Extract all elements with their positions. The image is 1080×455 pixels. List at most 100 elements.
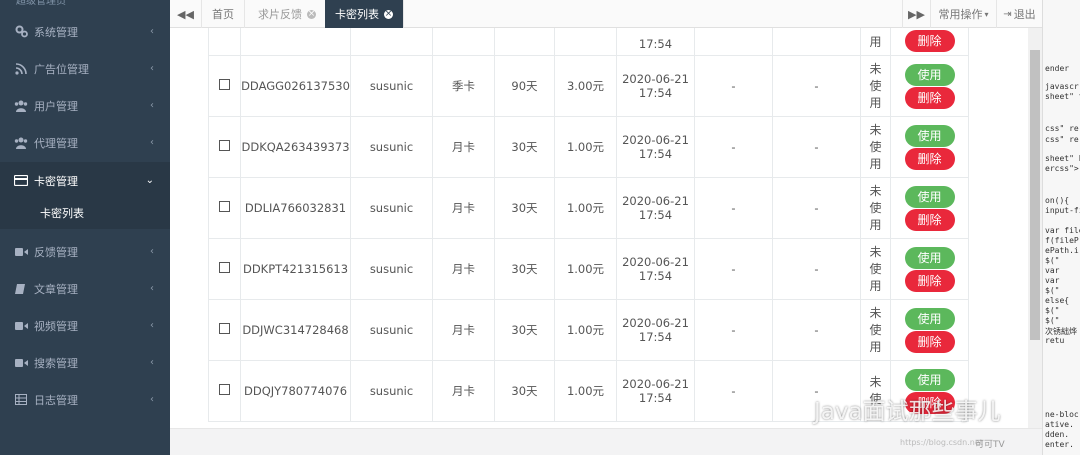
code-line: else{	[1045, 296, 1070, 305]
status-char: 用	[869, 156, 882, 171]
users-icon	[14, 99, 28, 113]
code-line: input-fi	[1045, 206, 1080, 215]
credit-card-icon	[14, 174, 28, 188]
delete-button[interactable]: 删除	[904, 86, 955, 109]
card-days: 30天	[494, 360, 555, 422]
row-checkbox[interactable]	[219, 140, 230, 151]
sidebar-item-articles[interactable]: 文章管理 ‹	[0, 270, 170, 307]
gears-icon	[14, 25, 28, 39]
status-char: 未	[869, 122, 882, 137]
row-checkbox-cell	[208, 28, 241, 56]
close-icon[interactable]: ×	[307, 9, 316, 19]
sidebar-item-logs[interactable]: 日志管理 ‹	[0, 381, 170, 418]
delete-button[interactable]: 删除	[904, 330, 955, 353]
sidebar-item-label: 广告位管理	[34, 62, 89, 76]
sidebar-item-videos[interactable]: 视频管理 ‹	[0, 307, 170, 344]
card-code: DDLIA766032831	[240, 177, 351, 239]
row-checkbox[interactable]	[219, 384, 230, 395]
actions-cell: 使用 删除	[890, 238, 969, 300]
row-checkbox[interactable]	[219, 262, 230, 273]
code-line: enter.	[1045, 440, 1074, 449]
sidebar-item-ads[interactable]: 广告位管理 ‹	[0, 50, 170, 87]
chevron-down-icon: ⌄	[145, 175, 154, 186]
card-user: susunic	[350, 177, 433, 239]
tab-label: 求片反馈	[258, 8, 302, 21]
card-days: 90天	[494, 55, 555, 117]
tabs-scroll-right-button[interactable]: ▶▶	[902, 0, 930, 28]
use-button[interactable]: 使用	[904, 368, 955, 391]
scrollbar-thumb[interactable]	[1030, 50, 1040, 340]
status-char: 未	[869, 244, 882, 259]
double-left-arrow-icon: ◀◀	[177, 7, 194, 21]
tabs-scroll-left-button[interactable]: ◀◀	[170, 0, 202, 28]
video-icon	[14, 356, 28, 370]
status-char: 用	[869, 339, 882, 354]
sidebar-item-users[interactable]: 用户管理 ‹	[0, 87, 170, 124]
tab-home[interactable]: 首页	[202, 0, 245, 28]
card-date: 2020-06-21	[622, 133, 689, 147]
card-type: 月卡	[432, 299, 495, 361]
card-price: 1.00元	[554, 299, 617, 361]
use-button[interactable]: 使用	[904, 185, 955, 208]
row-checkbox[interactable]	[219, 201, 230, 212]
chevron-left-icon: ‹	[150, 283, 154, 294]
code-line: css" re	[1045, 135, 1079, 144]
card-time: 17:54	[638, 391, 673, 405]
sidebar-subitem-card-list[interactable]: 卡密列表	[0, 199, 170, 229]
tab-card-list[interactable]: 卡密列表 ×	[325, 0, 404, 28]
card-code: DDKQA263439373	[240, 116, 351, 178]
logout-button[interactable]: ⇥ 退出	[996, 0, 1042, 28]
use-button[interactable]: 使用	[904, 63, 955, 86]
logout-label: 退出	[1013, 8, 1036, 21]
code-line: dden.	[1045, 430, 1070, 439]
table-row: 17:54 用 删除	[208, 28, 969, 56]
status-char: 使	[869, 78, 882, 93]
status-cell: 未使用	[860, 238, 891, 300]
empty-cell: -	[772, 299, 861, 361]
vertical-scrollbar[interactable]	[1028, 28, 1042, 428]
background-code-panel: ender javascr sheet" t css" re css" re sheet"…	[1042, 0, 1080, 455]
row-checkbox[interactable]	[219, 323, 230, 334]
code-line: ne-bloc	[1045, 410, 1079, 419]
watermark: Java面试那些事儿	[780, 392, 1001, 426]
tab-feedback[interactable]: 求片反馈 ×	[248, 0, 327, 28]
sidebar-item-label: 代理管理	[34, 136, 78, 150]
row-checkbox-cell	[208, 360, 241, 422]
row-checkbox[interactable]	[219, 79, 230, 90]
status-char: 用	[869, 95, 882, 110]
delete-button[interactable]: 删除	[904, 269, 955, 292]
use-button[interactable]: 使用	[904, 246, 955, 269]
close-icon[interactable]: ×	[384, 9, 393, 19]
table-row: DDAGG026137530 susunic 季卡 90天 3.00元 2020-06-2…	[208, 55, 969, 117]
status-char: 使	[869, 261, 882, 276]
use-button[interactable]: 使用	[904, 307, 955, 330]
code-line: $("	[1045, 306, 1060, 315]
sidebar-item-system[interactable]: 系统管理 ‹	[0, 13, 170, 50]
sidebar-item-feedback[interactable]: 反馈管理 ‹	[0, 233, 170, 270]
delete-button[interactable]: 删除	[904, 208, 955, 231]
sidebar-item-label: 文章管理	[34, 282, 78, 296]
card-date: 2020-06-21	[622, 316, 689, 330]
card-price: 1.00元	[554, 116, 617, 178]
status-char: 未	[869, 305, 882, 320]
sidebar-item-cards[interactable]: 卡密管理 ⌄	[0, 162, 170, 199]
sidebar-item-label: 日志管理	[34, 393, 78, 407]
sidebar-item-search[interactable]: 搜索管理 ‹	[0, 344, 170, 381]
code-line: $("	[1045, 316, 1060, 325]
status-cell: 未使用	[860, 299, 891, 361]
card-date: 2020-06-21	[622, 194, 689, 208]
common-ops-dropdown[interactable]: 常用操作 ▾	[930, 0, 996, 28]
sidebar-item-label: 系统管理	[34, 25, 78, 39]
double-right-arrow-icon: ▶▶	[908, 7, 925, 21]
tab-label: 卡密列表	[335, 8, 379, 21]
date-cell: 2020-06-21 17:54	[616, 116, 695, 178]
delete-button[interactable]: 删除	[904, 30, 955, 52]
table-row: DDLIA766032831 susunic 月卡 30天 1.00元 2020-06-2…	[208, 177, 969, 239]
code-line: ePath.i	[1045, 246, 1079, 255]
card-type: 月卡	[432, 360, 495, 422]
use-button[interactable]: 使用	[904, 124, 955, 147]
caret-down-icon: ▾	[984, 9, 989, 19]
row-checkbox-cell	[208, 299, 241, 361]
sidebar-item-agents[interactable]: 代理管理 ‹	[0, 124, 170, 161]
delete-button[interactable]: 删除	[904, 147, 955, 170]
